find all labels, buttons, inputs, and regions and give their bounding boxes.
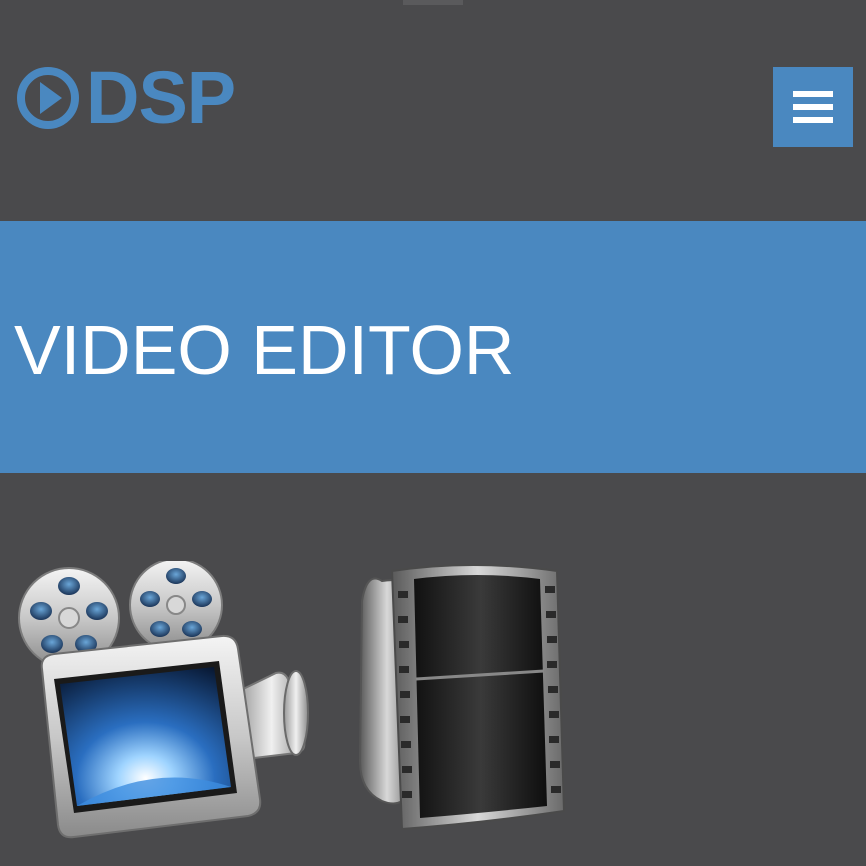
app-icon-list [0, 473, 866, 866]
hamburger-menu-icon [793, 91, 833, 123]
film-strip-icon[interactable] [352, 561, 577, 851]
site-header: DSP [0, 0, 866, 221]
menu-button[interactable] [773, 67, 853, 147]
logo-text: DSP [86, 56, 236, 139]
page-title: VIDEO EDITOR [14, 311, 515, 389]
page: DSP VIDEO EDITOR [0, 0, 866, 866]
logo-link[interactable]: DSP [16, 56, 236, 139]
play-circle-icon [17, 67, 79, 129]
video-camera-icon[interactable] [14, 561, 314, 846]
